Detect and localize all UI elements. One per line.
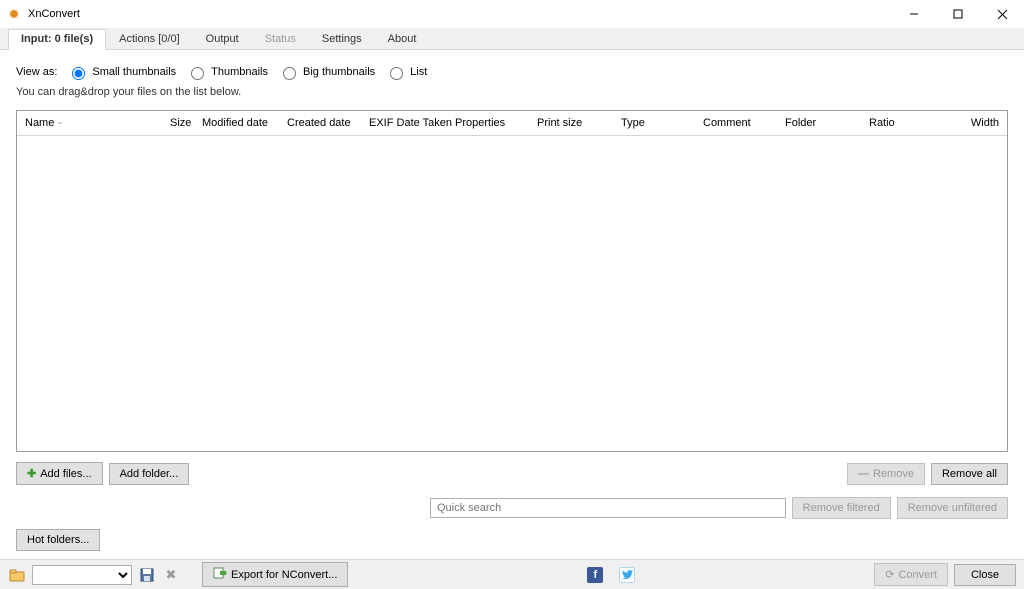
hot-folders-button[interactable]: Hot folders... xyxy=(16,529,100,551)
col-width[interactable]: Width xyxy=(941,111,1007,135)
open-preset-icon[interactable] xyxy=(8,566,26,584)
col-print-size[interactable]: Print size xyxy=(529,111,613,135)
col-modified-date[interactable]: Modified date xyxy=(194,111,279,135)
tab-content-input: View as: Small thumbnails Thumbnails Big… xyxy=(0,50,1024,559)
col-ratio[interactable]: Ratio xyxy=(861,111,941,135)
maximize-button[interactable] xyxy=(936,0,980,28)
convert-icon: ⟳ xyxy=(885,568,894,581)
radio-small-thumbnails[interactable] xyxy=(72,67,85,80)
view-as-row: View as: Small thumbnails Thumbnails Big… xyxy=(16,64,1008,80)
view-as-small-thumbnails[interactable]: Small thumbnails xyxy=(67,64,176,80)
save-preset-icon[interactable] xyxy=(138,566,156,584)
file-list-body[interactable] xyxy=(17,136,1007,436)
radio-list[interactable] xyxy=(390,67,403,80)
radio-big-thumbnails[interactable] xyxy=(283,67,296,80)
tab-settings[interactable]: Settings xyxy=(309,29,375,50)
tab-actions[interactable]: Actions [0/0] xyxy=(106,29,193,50)
app-icon: ✹ xyxy=(6,6,22,22)
radio-thumbnails[interactable] xyxy=(191,67,204,80)
add-remove-row: ✚ Add files... Add folder... — Remove Re… xyxy=(16,462,1008,485)
close-button[interactable]: Close xyxy=(954,564,1016,586)
tab-input[interactable]: Input: 0 file(s) xyxy=(8,29,106,50)
delete-preset-icon: ✖ xyxy=(162,566,180,584)
col-comment[interactable]: Comment xyxy=(695,111,777,135)
remove-button: — Remove xyxy=(847,463,925,485)
facebook-icon[interactable]: f xyxy=(587,567,603,583)
filter-row: Remove filtered Remove unfiltered xyxy=(16,497,1008,519)
window-title: XnConvert xyxy=(28,8,80,20)
minus-icon: — xyxy=(858,468,869,480)
col-properties[interactable]: Properties xyxy=(447,111,529,135)
col-exif-date-taken[interactable]: EXIF Date Taken xyxy=(361,111,447,135)
status-bar: ✖ Export for NConvert... f ⟳ Convert Clo… xyxy=(0,559,1024,589)
sort-indicator-icon: ⌄ xyxy=(56,116,64,126)
col-name[interactable]: Name⌄ xyxy=(17,111,162,135)
tab-about[interactable]: About xyxy=(375,29,430,50)
quick-search-input[interactable] xyxy=(430,498,786,518)
col-type[interactable]: Type xyxy=(613,111,695,135)
export-icon xyxy=(213,567,227,582)
file-list[interactable]: Name⌄ Size Modified date Created date EX… xyxy=(16,110,1008,452)
add-folder-button[interactable]: Add folder... xyxy=(109,463,190,485)
col-created-date[interactable]: Created date xyxy=(279,111,361,135)
view-as-thumbnails[interactable]: Thumbnails xyxy=(186,64,268,80)
col-folder[interactable]: Folder xyxy=(777,111,861,135)
remove-unfiltered-button: Remove unfiltered xyxy=(897,497,1008,519)
remove-all-button[interactable]: Remove all xyxy=(931,463,1008,485)
view-as-label: View as: xyxy=(16,66,57,78)
export-nconvert-button[interactable]: Export for NConvert... xyxy=(202,562,348,587)
convert-button: ⟳ Convert xyxy=(874,563,948,586)
hot-folders-row: Hot folders... xyxy=(16,529,1008,551)
add-files-button[interactable]: ✚ Add files... xyxy=(16,462,103,485)
plus-icon: ✚ xyxy=(27,467,36,480)
preset-select[interactable] xyxy=(32,565,132,585)
title-bar: ✹ XnConvert xyxy=(0,0,1024,28)
drag-drop-hint: You can drag&drop your files on the list… xyxy=(16,86,1008,98)
col-size[interactable]: Size xyxy=(162,111,194,135)
view-as-list[interactable]: List xyxy=(385,64,427,80)
minimize-button[interactable] xyxy=(892,0,936,28)
remove-filtered-button: Remove filtered xyxy=(792,497,891,519)
close-window-button[interactable] xyxy=(980,0,1024,28)
file-list-header: Name⌄ Size Modified date Created date EX… xyxy=(17,111,1007,136)
tab-status: Status xyxy=(252,29,309,50)
tab-output[interactable]: Output xyxy=(193,29,252,50)
view-as-big-thumbnails[interactable]: Big thumbnails xyxy=(278,64,375,80)
tab-strip: Input: 0 file(s) Actions [0/0] Output St… xyxy=(0,28,1024,50)
twitter-icon[interactable] xyxy=(619,567,635,583)
